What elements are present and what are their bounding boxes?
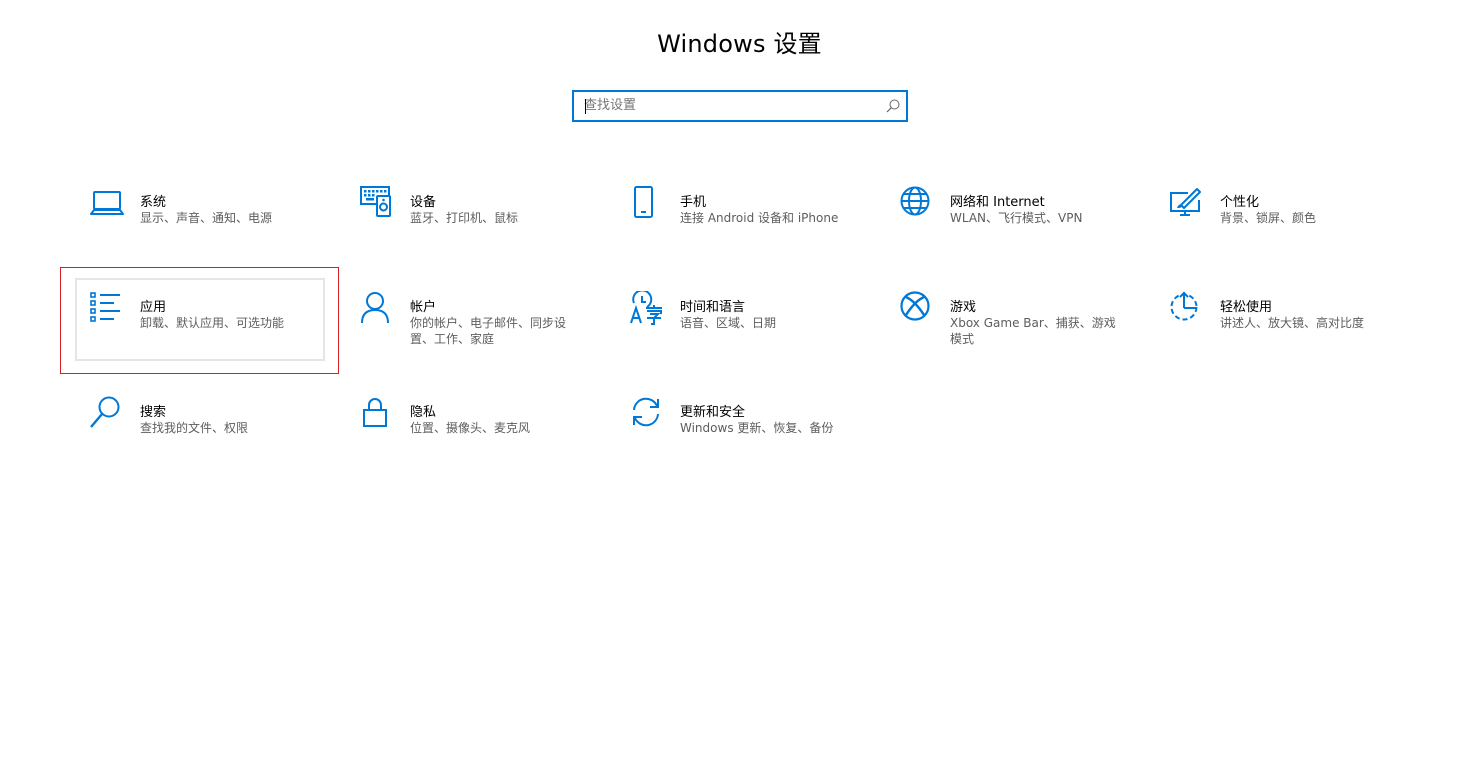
search-icon[interactable] (885, 98, 901, 114)
phone-icon (630, 186, 666, 222)
text-caret (585, 99, 586, 114)
category-network[interactable]: 网络和 Internet WLAN、飞行模式、VPN (900, 186, 1160, 276)
category-title: 帐户 (410, 300, 437, 315)
category-title: 个性化 (1220, 195, 1260, 210)
category-description: 你的帐户、电子邮件、同步设置、工作、家庭 (410, 316, 567, 346)
category-description: 卸载、默认应用、可选功能 (140, 316, 285, 330)
category-gaming[interactable]: 游戏 Xbox Game Bar、捕获、游戏模式 (900, 291, 1160, 381)
personalization-icon (1170, 186, 1206, 222)
category-description: 显示、声音、通知、电源 (140, 211, 273, 225)
category-accounts[interactable]: 帐户 你的帐户、电子邮件、同步设置、工作、家庭 (360, 291, 620, 381)
category-update-security[interactable]: 更新和安全 Windows 更新、恢复、备份 (630, 396, 890, 486)
person-icon (360, 291, 396, 327)
page-title: Windows 设置 (657, 30, 822, 58)
category-ease-of-access[interactable]: 轻松使用 讲述人、放大镜、高对比度 (1170, 291, 1430, 381)
category-title: 时间和语言 (680, 300, 746, 315)
category-title: 轻松使用 (1220, 300, 1273, 315)
time-language-icon (630, 291, 666, 327)
category-title: 手机 (680, 195, 707, 210)
lock-icon (360, 396, 396, 432)
settings-home: Windows 设置 系统 显示、声音、通知、电源 (0, 0, 1479, 780)
category-title: 网络和 Internet (950, 195, 1045, 210)
category-phone[interactable]: 手机 连接 Android 设备和 iPhone (630, 186, 890, 276)
devices-icon (360, 186, 396, 222)
category-title: 搜索 (140, 405, 167, 420)
search-input[interactable] (584, 92, 874, 120)
apps-list-icon (90, 291, 126, 327)
category-title: 系统 (140, 195, 167, 210)
category-apps[interactable]: 应用 卸载、默认应用、可选功能 (90, 291, 350, 381)
category-privacy[interactable]: 隐私 位置、摄像头、麦克风 (360, 396, 620, 486)
sync-icon (630, 396, 666, 432)
category-description: Xbox Game Bar、捕获、游戏模式 (950, 316, 1116, 346)
category-description: 语音、区域、日期 (680, 316, 777, 330)
search-box[interactable] (572, 90, 908, 122)
xbox-icon (900, 291, 936, 327)
category-description: 讲述人、放大镜、高对比度 (1220, 316, 1365, 330)
category-description: 位置、摄像头、麦克风 (410, 421, 531, 435)
category-description: 连接 Android 设备和 iPhone (680, 211, 839, 225)
category-description: WLAN、飞行模式、VPN (950, 211, 1083, 225)
search-icon (90, 396, 126, 432)
category-description: Windows 更新、恢复、备份 (680, 421, 834, 435)
category-description: 背景、锁屏、颜色 (1220, 211, 1317, 225)
category-personalization[interactable]: 个性化 背景、锁屏、颜色 (1170, 186, 1430, 276)
category-title: 游戏 (950, 300, 977, 315)
category-devices[interactable]: 设备 蓝牙、打印机、鼠标 (360, 186, 620, 276)
globe-icon (900, 186, 936, 222)
category-search[interactable]: 搜索 查找我的文件、权限 (90, 396, 350, 486)
category-description: 查找我的文件、权限 (140, 421, 249, 435)
category-description: 蓝牙、打印机、鼠标 (410, 211, 519, 225)
category-title: 更新和安全 (680, 405, 746, 420)
category-title: 设备 (410, 195, 437, 210)
category-title: 应用 (140, 300, 167, 315)
category-system[interactable]: 系统 显示、声音、通知、电源 (90, 186, 350, 276)
laptop-icon (90, 186, 126, 222)
category-title: 隐私 (410, 405, 437, 420)
category-time-language[interactable]: 时间和语言 语音、区域、日期 (630, 291, 890, 381)
ease-of-access-icon (1170, 291, 1206, 327)
